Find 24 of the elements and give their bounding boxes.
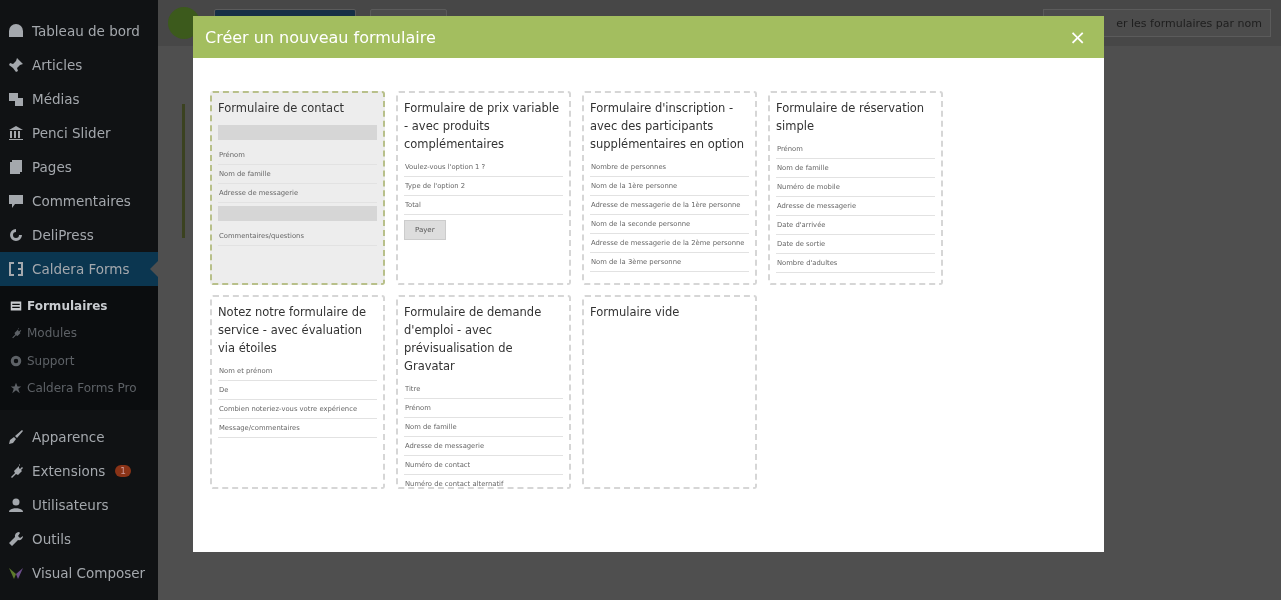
sidebar-item[interactable]: Tableau de bord: [0, 14, 158, 48]
sidebar-item[interactable]: Extensions 1: [0, 454, 158, 488]
sidebar-item[interactable]: Outils: [0, 522, 158, 556]
template-title: Formulaire vide: [590, 304, 681, 321]
sidebar-item[interactable]: Pages: [0, 150, 158, 184]
sidebar-item[interactable]: Caldera Forms: [0, 252, 158, 286]
template-title: Formulaire de contact: [218, 100, 345, 117]
template-title: Formulaire de prix variable - avec produits complémentaires: [404, 100, 560, 153]
template-title: Notez notre formulaire de service - avec évaluation via étoiles: [218, 304, 368, 357]
sidebar-item[interactable]: Visual Composer: [0, 556, 158, 590]
sidebar-item[interactable]: Articles: [0, 48, 158, 82]
dialog-title: Créer un nouveau formulaire: [205, 27, 436, 47]
sidebar-item[interactable]: DeliPress: [0, 218, 158, 252]
sidebar-item[interactable]: Penci Slider: [0, 116, 158, 150]
sidebar-item[interactable]: Médias: [0, 82, 158, 116]
sidebar-item[interactable]: Apparence: [0, 420, 158, 454]
template-title: Formulaire de réservation simple: [776, 100, 926, 135]
template-title: Formulaire d'inscription - avec des participants supplémentaires en option: [590, 100, 746, 153]
template-title: Formulaire de demande d'emploi - avec prévisualisation de Gravatar: [404, 304, 543, 375]
template-card[interactable]: Formulaire vide: [582, 295, 757, 489]
submenu-item[interactable]: Formulaires: [0, 292, 158, 320]
sidebar-item[interactable]: Commentaires: [0, 184, 158, 218]
update-count-badge: 1: [115, 465, 132, 477]
sidebar-item[interactable]: Utilisateurs: [0, 488, 158, 522]
